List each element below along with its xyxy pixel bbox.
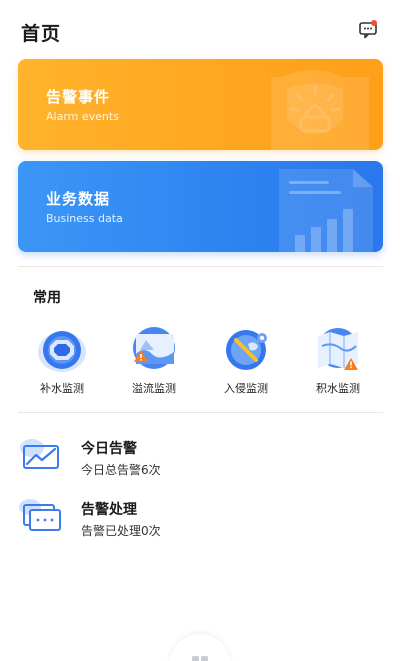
page-title: 首页 xyxy=(21,23,62,45)
today-alarm-desc: 今日总告警6次 xyxy=(81,463,161,477)
header: 首页 xyxy=(0,0,400,60)
divider xyxy=(18,412,383,413)
quick-water-supply-label: 补水监测 xyxy=(40,382,84,395)
intrusion-icon xyxy=(220,326,272,374)
waterlogging-icon xyxy=(312,326,364,374)
water-supply-icon xyxy=(36,326,88,374)
processing-card-icon xyxy=(18,499,62,535)
quick-waterlogging-label: 积水监测 xyxy=(316,382,360,395)
data-document-chart-icon xyxy=(243,161,383,252)
quick-overflow-label: 溢流监测 xyxy=(132,382,176,395)
alarm-processing-row[interactable]: 告警处理 告警已处理0次 xyxy=(18,499,383,547)
quick-waterlogging[interactable]: 积水监测 xyxy=(298,326,378,398)
unread-dot xyxy=(371,20,377,26)
overflow-icon xyxy=(128,326,180,374)
business-data-card[interactable]: 业务数据 Business data xyxy=(18,161,383,252)
home-tab-icon xyxy=(192,651,208,661)
today-alarm-row[interactable]: 今日告警 今日总告警6次 xyxy=(18,438,383,486)
alarm-events-card[interactable]: 告警事件 Alarm events xyxy=(18,59,383,150)
quick-overflow[interactable]: 溢流监测 xyxy=(114,326,194,398)
common-section-title: 常用 xyxy=(33,290,61,306)
quick-water-supply[interactable]: 补水监测 xyxy=(22,326,102,398)
business-data-subtitle: Business data xyxy=(46,212,123,225)
divider xyxy=(18,266,383,267)
home-tab[interactable] xyxy=(170,634,230,661)
alarm-light-shield-icon xyxy=(243,59,383,150)
alarm-events-subtitle: Alarm events xyxy=(46,110,119,123)
alarm-processing-title: 告警处理 xyxy=(81,502,137,518)
today-alarm-title: 今日告警 xyxy=(81,441,137,457)
alarm-events-title: 告警事件 xyxy=(46,88,111,106)
quick-intrusion[interactable]: 入侵监测 xyxy=(206,326,286,398)
alarm-processing-desc: 告警已处理0次 xyxy=(81,524,161,538)
business-data-title: 业务数据 xyxy=(46,190,111,208)
trend-chart-icon xyxy=(18,438,62,474)
quick-intrusion-label: 入侵监测 xyxy=(224,382,268,395)
